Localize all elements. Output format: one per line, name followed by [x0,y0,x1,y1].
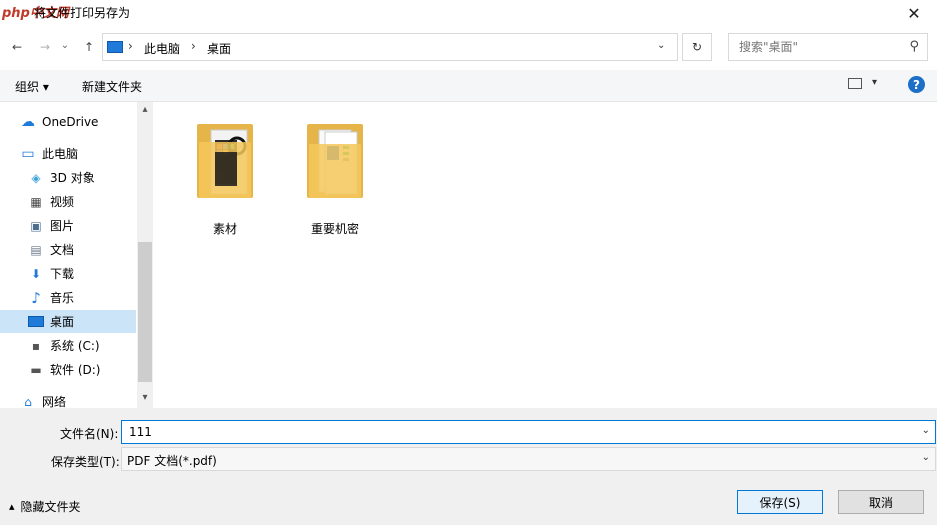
sidebar-item-label: 桌面 [50,315,75,329]
picture-icon: ▣ [30,218,42,233]
window-title: 将文件打印另存为 [34,6,131,20]
forward-button[interactable]: → [34,36,56,58]
filename-dropdown-icon[interactable]: ⌄ [922,425,930,436]
chevron-up-icon: ▴ [9,500,15,513]
desktop-icon [28,315,44,329]
folder-item[interactable]: 重要机密 [295,116,375,240]
sidebar-item-label: 软件 (D:) [50,363,101,377]
new-folder-button[interactable]: 新建文件夹 [82,78,142,95]
music-icon: ♪ [31,288,41,307]
back-button[interactable]: ← [6,36,28,58]
filename-label: 文件名(N): [60,427,119,441]
sidebar-item-drive-c[interactable]: ▪ 系统 (C:) [0,334,136,357]
hide-folders-toggle[interactable]: ▴ 隐藏文件夹 [9,498,81,515]
document-icon: ▤ [30,242,42,257]
scroll-thumb[interactable] [138,242,152,382]
filename-input[interactable] [127,424,911,440]
search-icon[interactable]: ⚲ [909,39,919,54]
sidebar-item-downloads[interactable]: ⬇ 下载 [0,262,136,285]
sidebar-item-pictures[interactable]: ▣ 图片 [0,214,136,237]
desktop-icon [107,41,123,53]
refresh-button[interactable]: ↻ [682,33,712,61]
cancel-button[interactable]: 取消 [838,490,924,514]
view-dropdown-icon[interactable]: ▾ [872,77,877,88]
network-icon: ⌂ [24,394,32,409]
sidebar-item-label: 文档 [50,243,75,257]
sidebar-item-label: 3D 对象 [50,171,95,185]
sidebar-item-this-pc[interactable]: ▭ 此电脑 [0,142,136,165]
folder-label: 素材 [212,222,237,236]
sidebar-item-drive-d[interactable]: ▬ 软件 (D:) [0,358,136,381]
command-bar: 组织 ▾ 新建文件夹 ▾ ? [0,70,937,102]
breadcrumb-separator: › [128,39,133,53]
sidebar-item-onedrive[interactable]: ☁ OneDrive [0,110,136,133]
sidebar-scrollbar[interactable]: ▴ ▾ [137,102,153,408]
close-icon: ✕ [907,3,921,23]
address-dropdown-icon[interactable]: ⌄ [657,40,665,51]
sidebar-item-label: 此电脑 [42,147,79,161]
navigation-pane: ☁ OneDrive ▭ 此电脑 ◈ 3D 对象 ▦ 视频 ▣ 图片 ▤ 文档 … [0,102,153,409]
breadcrumb-separator: › [191,39,196,53]
sidebar-item-label: 视频 [50,195,75,209]
folder-media-icon [197,124,253,198]
address-bar[interactable]: › 此电脑 › 桌面 ⌄ [102,33,678,61]
up-arrow-icon: ↑ [83,40,95,54]
filename-field[interactable]: ⌄ [121,420,936,444]
drive-d-icon: ▬ [30,362,42,377]
filetype-label: 保存类型(T): [51,455,120,469]
refresh-icon: ↻ [691,40,703,54]
title-bar: php中文网 将文件打印另存为 ✕ [0,0,937,26]
search-box[interactable]: ⚲ [728,33,928,61]
file-list: 素材 重要机密 [155,102,937,408]
chevron-down-icon: ⌄ [60,39,70,51]
sidebar-item-desktop[interactable]: 桌面 [0,310,136,333]
back-arrow-icon: ← [11,40,23,54]
help-button[interactable]: ? [908,76,925,93]
sidebar-item-label: OneDrive [42,114,99,129]
save-button[interactable]: 保存(S) [737,490,823,514]
filetype-dropdown-icon[interactable]: ⌄ [922,452,930,463]
computer-icon: ▭ [21,145,35,162]
sidebar-item-videos[interactable]: ▦ 视频 [0,190,136,213]
breadcrumb-desktop[interactable]: 桌面 [207,40,231,57]
folder-docs-icon [307,124,363,198]
organize-menu-button[interactable]: 组织 ▾ [15,78,49,95]
forward-arrow-icon: → [39,40,51,54]
save-form: 文件名(N): ⌄ 保存类型(T): PDF 文档(*.pdf) ⌄ ▴ 隐藏文… [0,408,937,525]
sidebar-item-3d-objects[interactable]: ◈ 3D 对象 [0,166,136,189]
sidebar-item-label: 图片 [50,219,75,233]
sidebar-item-music[interactable]: ♪ 音乐 [0,286,136,309]
recent-locations-button[interactable]: ⌄ [58,34,72,56]
hide-folders-label: 隐藏文件夹 [20,500,81,514]
sidebar-item-label: 音乐 [50,291,75,305]
filetype-value: PDF 文档(*.pdf) [127,454,217,468]
folder-label: 重要机密 [310,222,359,236]
search-input[interactable] [737,39,901,55]
breadcrumb-this-pc[interactable]: 此电脑 [144,40,180,57]
download-icon: ⬇ [30,266,42,281]
scroll-up-icon[interactable]: ▴ [137,104,153,115]
filetype-select[interactable]: PDF 文档(*.pdf) ⌄ [121,447,936,471]
sidebar-item-label: 系统 (C:) [50,339,100,353]
up-button[interactable]: ↑ [78,36,100,58]
cube-icon: ◈ [31,170,41,185]
cloud-icon: ☁ [21,113,35,130]
folder-item[interactable]: 素材 [185,116,265,240]
drive-c-icon: ▪ [31,338,41,353]
sidebar-item-label: 下载 [50,267,75,281]
sidebar-item-documents[interactable]: ▤ 文档 [0,238,136,261]
view-options-icon[interactable] [848,78,862,89]
video-icon: ▦ [30,194,42,209]
scroll-down-icon[interactable]: ▾ [137,392,153,403]
close-button[interactable]: ✕ [891,0,937,26]
